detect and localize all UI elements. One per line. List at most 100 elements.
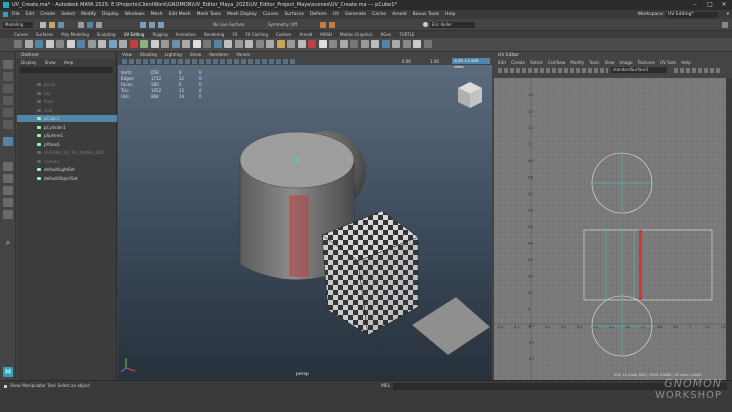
shelf-tool-icon[interactable] [350, 40, 358, 48]
shelf-tab-xgen[interactable]: XGen [381, 32, 392, 37]
uv-menu-image[interactable]: Image [619, 59, 632, 66]
shelf-tool-icon[interactable] [213, 40, 222, 48]
shelf-tool-icon[interactable] [129, 40, 138, 48]
shelf-tab-motion-graphics[interactable]: Motion Graphics [340, 32, 373, 37]
select-object-icon[interactable] [87, 22, 93, 28]
layout-four-icon[interactable] [3, 174, 13, 183]
shelf-tool-icon[interactable] [287, 40, 295, 48]
snap-grid-icon[interactable] [140, 22, 146, 28]
shelf-tool-icon[interactable] [381, 40, 390, 48]
viewport-toolbar-icons[interactable] [122, 59, 297, 64]
uvset-select[interactable]: standardSurface1 [611, 67, 667, 73]
viewport-menu-view[interactable]: View [122, 52, 132, 58]
shelf-tool-icon[interactable] [308, 40, 316, 48]
shelf-tool-icon[interactable] [245, 40, 253, 48]
shelf-tab-uv-editing[interactable]: UV Editing [124, 32, 145, 37]
uv-toolbar-icons[interactable] [498, 68, 608, 73]
cube-mesh[interactable] [321, 210, 419, 336]
layout-outliner-icon[interactable] [3, 210, 13, 219]
outliner-item[interactable]: pSphere1 [17, 132, 117, 139]
select-hierarchy-icon[interactable] [78, 22, 84, 28]
shelf-tool-icon[interactable] [234, 40, 243, 48]
viewport-menu-renderer[interactable]: Renderer [209, 52, 228, 58]
menu-mesh[interactable]: Mesh [151, 12, 163, 17]
menu-help[interactable]: Help [445, 12, 455, 17]
shelf-tool-icon[interactable] [161, 40, 169, 48]
menu-select[interactable]: Select [61, 12, 75, 17]
shelf-tab-arnold[interactable]: Arnold [299, 32, 312, 37]
uv-shell-cylinder-side[interactable] [583, 229, 713, 301]
shelf-tab-sculpting[interactable]: Sculpting [97, 32, 116, 37]
select-component-icon[interactable] [96, 22, 102, 28]
shelf-tool-icon[interactable] [77, 40, 85, 48]
outliner-item[interactable]: front [17, 98, 117, 105]
shelf-tab-curves[interactable]: Curves [14, 32, 28, 37]
uv-menu-edit[interactable]: Edit [498, 59, 506, 66]
user-select[interactable]: Eric Keller [430, 22, 475, 28]
shelf-tool-icon[interactable] [255, 40, 264, 48]
outliner-item[interactable]: pPlane1 [17, 141, 117, 148]
shelf-tab-custom[interactable]: Custom [276, 32, 291, 37]
menu-generate[interactable]: Generate [345, 12, 366, 17]
shelf-tool-icon[interactable] [171, 40, 180, 48]
menu-mesh-tools[interactable]: Mesh Tools [197, 12, 221, 17]
last-tool-icon[interactable] [3, 137, 13, 146]
save-icon[interactable] [58, 22, 64, 28]
shelf-tool-icon[interactable] [371, 40, 379, 48]
snap-curve-icon[interactable] [149, 22, 155, 28]
field-value-1[interactable]: 0.00 [402, 59, 411, 64]
uv-texture-space[interactable]: -0.2 -0.1 0 0.1 0.2 0.3 0.4 0.5 0.6 0.7 0.8 0.9 1 1.1… [494, 78, 732, 380]
outliner-item[interactable]: defaultLightSet [17, 166, 117, 173]
shelf-tool-icon[interactable] [119, 40, 127, 48]
menu-curves[interactable]: Curves [263, 12, 279, 17]
maya-menu-icon[interactable] [3, 12, 8, 17]
workspace-select[interactable]: UV Editing* [666, 11, 718, 18]
shelf-tool-icon[interactable] [413, 40, 421, 48]
menu-edit[interactable]: Edit [26, 12, 35, 17]
shelf-tab-mash[interactable]: MASH [320, 32, 332, 37]
shelf-tool-icon[interactable] [402, 40, 411, 48]
shelf-tool-icon[interactable] [14, 40, 22, 48]
file-icon[interactable] [40, 22, 46, 28]
menu-deform[interactable]: Deform [310, 12, 327, 17]
uv-menu-view[interactable]: View [604, 59, 614, 66]
uv-menu-create[interactable]: Create [511, 59, 525, 66]
ipr-icon[interactable] [329, 22, 335, 28]
outliner-item[interactable]: pCylinder1 [17, 124, 117, 131]
scale-tool-icon[interactable] [3, 120, 13, 129]
outliner-item[interactable]: UVEditor_UV_Tex_texture_BG1 [17, 149, 117, 156]
selected-uv-shell[interactable] [639, 230, 642, 300]
outliner-menu-help[interactable]: Help [64, 59, 74, 66]
shelf-tool-icon[interactable] [35, 40, 43, 48]
shelf-tool-icon[interactable] [360, 40, 369, 48]
menu-file[interactable]: File [12, 12, 20, 17]
shelf-tab-fx[interactable]: FX [232, 32, 237, 37]
shelf-tab-turtle[interactable]: TURTLE [399, 32, 414, 37]
outliner-item[interactable]: top [17, 90, 117, 97]
uv-shell-bottom-cap[interactable] [591, 295, 653, 357]
shelf-tool-icon[interactable] [56, 40, 64, 48]
close-button[interactable]: ✕ [717, 0, 731, 10]
shelf-tool-icon[interactable] [98, 40, 106, 48]
menu-create[interactable]: Create [40, 12, 55, 17]
user-avatar-icon[interactable] [423, 22, 428, 27]
mode-select[interactable]: Modeling [3, 22, 33, 28]
shelf-tab-rendering[interactable]: Rendering [204, 32, 224, 37]
shelf-tool-icon[interactable] [339, 40, 348, 48]
colorspace-select[interactable]: ACES 1.0 SDR-video [452, 58, 490, 69]
symmetry-select[interactable]: Symmetry: Off [268, 22, 297, 27]
shelf-tool-icon[interactable] [182, 40, 190, 48]
view-cube[interactable] [458, 82, 482, 108]
plane-mesh[interactable] [411, 296, 491, 356]
minimize-button[interactable]: – [688, 0, 702, 10]
shelf-tool-icon[interactable] [276, 40, 285, 48]
uv-menu-uv-sets[interactable]: UV Sets [660, 59, 676, 66]
uv-menu-cut-sew[interactable]: Cut/Sew [548, 59, 565, 66]
menu-modify[interactable]: Modify [81, 12, 96, 17]
maximize-button[interactable]: □ [703, 0, 717, 10]
uv-menu-modify[interactable]: Modify [570, 59, 584, 66]
shelf-tab-poly-modeling[interactable]: Poly Modeling [61, 32, 89, 37]
outliner-item[interactable]: persp [17, 81, 117, 88]
select-tool-icon[interactable] [3, 60, 13, 69]
shelf-tool-icon[interactable] [329, 40, 337, 48]
